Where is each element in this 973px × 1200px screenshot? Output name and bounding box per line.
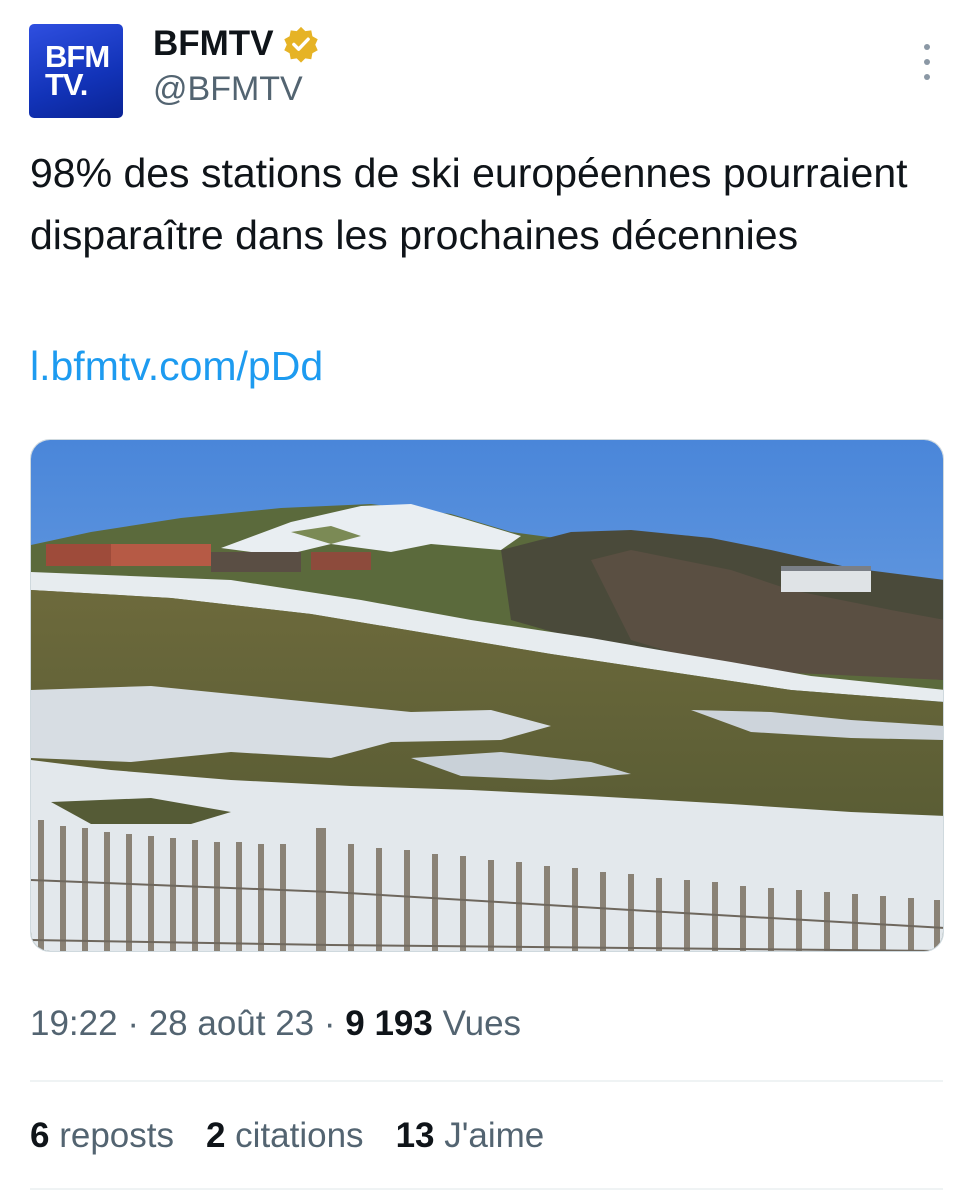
quotes-stat[interactable]: 2 citations [206,1116,364,1156]
tweet-date[interactable]: 28 août 23 [149,1004,314,1043]
meta-separator: · [117,1004,149,1043]
verified-badge-icon [283,26,318,63]
tweet-media-image[interactable] [30,439,944,952]
tweet-link[interactable]: l.bfmtv.com/pDd [30,335,323,397]
ski-station-photo [31,440,943,951]
author-name[interactable]: BFMTV [153,24,274,64]
divider [30,1080,943,1082]
reposts-count: 6 [30,1116,50,1155]
likes-count: 13 [395,1116,435,1155]
author-handle[interactable]: @BFMTV [153,70,303,109]
more-options-icon[interactable] [915,44,939,80]
avatar-logo-line2: TV. [45,67,88,102]
views-count: 9 193 [345,1004,433,1043]
divider [30,1188,943,1190]
likes-stat[interactable]: 13 J'aime [396,1116,545,1156]
meta-separator: · [314,1004,346,1043]
tweet-stats: 6 reposts 2 citations 13 J'aime [30,1116,544,1156]
quotes-count: 2 [205,1116,226,1155]
tweet-meta: 19:22 · 28 août 23 · 9 193 Vues [30,1004,521,1044]
likes-label: J'aime [434,1116,545,1155]
tweet-time[interactable]: 19:22 [30,1004,118,1043]
quotes-label: citations [225,1116,364,1155]
views-label: Vues [432,1004,522,1043]
avatar[interactable]: BFM TV. [29,24,123,118]
reposts-label: reposts [49,1116,174,1155]
tweet-text: 98% des stations de ski européennes pour… [30,150,908,258]
reposts-stat[interactable]: 6 reposts [30,1116,174,1156]
author-name-row[interactable]: BFMTV [153,22,320,66]
